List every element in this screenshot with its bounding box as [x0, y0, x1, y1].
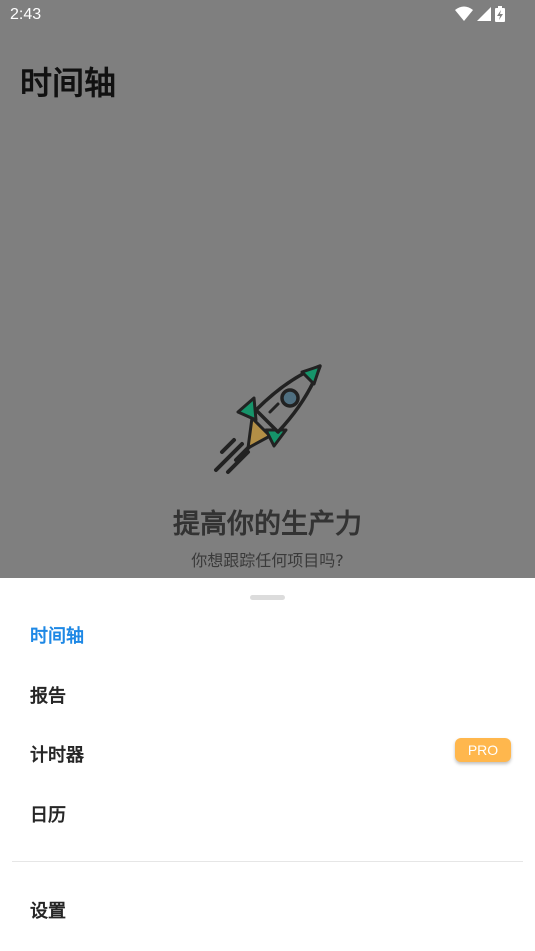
page-title: 时间轴: [20, 64, 117, 102]
pro-badge: PRO: [455, 738, 511, 762]
status-time: 2:43: [10, 6, 42, 23]
menu-item-label: 时间轴: [30, 626, 84, 647]
rocket-icon: [213, 364, 322, 474]
menu-item-label: 报告: [30, 686, 66, 707]
menu-divider: [12, 861, 523, 862]
menu-item-calendar[interactable]: 日历: [0, 785, 535, 841]
menu-item-label: 设置: [30, 901, 66, 922]
menu-item-label: 计时器: [30, 745, 84, 766]
menu-item-reports[interactable]: 报告: [0, 666, 535, 722]
empty-state-title: 提高你的生产力: [173, 509, 362, 540]
menu-item-label: 日历: [30, 805, 66, 826]
wifi-icon: [455, 6, 473, 21]
empty-state: 提高你的生产力 你想跟踪任何项目吗?: [0, 360, 535, 571]
battery-charging-icon: [495, 6, 505, 22]
bottom-sheet-menu: 时间轴 报告 计时器 PRO 日历 设置: [0, 578, 535, 951]
menu-item-settings[interactable]: 设置: [0, 881, 535, 937]
cellular-signal-icon: [477, 7, 491, 21]
menu-item-timeline[interactable]: 时间轴: [0, 606, 535, 662]
drag-handle[interactable]: [250, 595, 285, 600]
status-bar: 2:43: [0, 0, 535, 30]
empty-state-subtitle: 你想跟踪任何项目吗?: [191, 551, 344, 570]
menu-item-timer[interactable]: 计时器 PRO: [0, 725, 535, 781]
status-icons: [455, 6, 505, 22]
